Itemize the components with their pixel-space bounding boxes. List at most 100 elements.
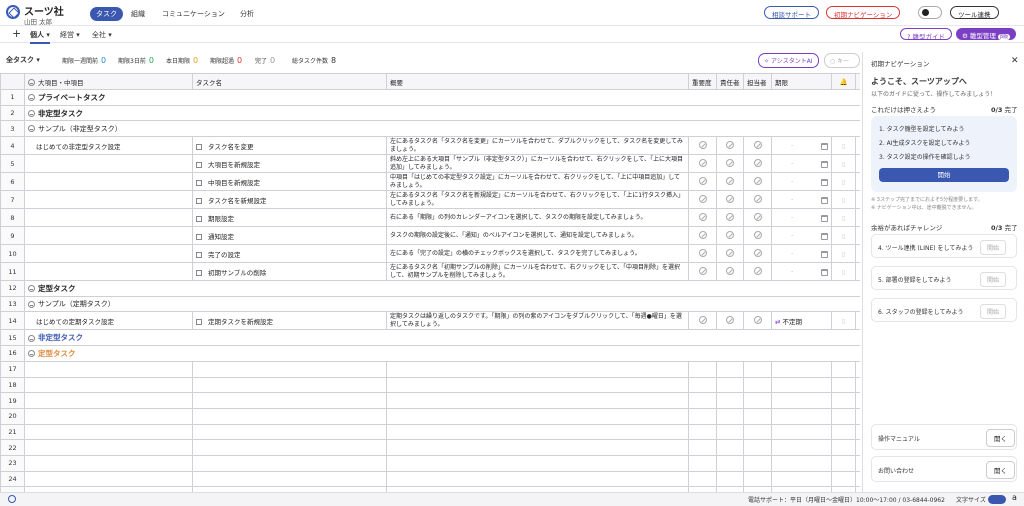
empty-cell[interactable] [386, 454, 689, 472]
filter-overdue[interactable]: 期限超過 0 [210, 56, 242, 65]
mid-category-cell[interactable] [24, 262, 193, 281]
calendar-icon[interactable] [821, 161, 828, 169]
empty-cell[interactable] [855, 376, 860, 394]
collapse-icon[interactable] [28, 94, 35, 102]
owner-icon[interactable] [726, 194, 734, 203]
empty-cell[interactable] [716, 470, 744, 488]
empty-cell[interactable] [716, 454, 744, 472]
calendar-icon[interactable] [821, 215, 828, 223]
complete-checkbox[interactable] [196, 161, 202, 168]
nav-communication[interactable]: コミュニケーション [156, 7, 231, 21]
empty-cell[interactable] [688, 376, 717, 394]
empty-cell[interactable] [743, 454, 772, 472]
empty-cell[interactable] [831, 439, 856, 456]
task-name-cell[interactable]: 期限設定 [192, 208, 387, 228]
manual-open-button[interactable]: 開く [986, 429, 1015, 447]
empty-cell[interactable] [771, 407, 832, 425]
owner-icon[interactable] [726, 140, 734, 149]
mid-category-cell[interactable] [24, 190, 193, 209]
mid-category-cell[interactable]: はじめての非定型タスク設定 [24, 136, 193, 156]
empty-cell[interactable] [831, 376, 856, 394]
calendar-icon[interactable] [821, 143, 828, 151]
empty-cell[interactable] [743, 376, 772, 394]
tool-link-button[interactable]: ツール連携 [950, 6, 999, 19]
tab-company[interactable]: 全社 ▾ [92, 30, 112, 40]
empty-cell[interactable] [192, 407, 387, 425]
owner-icon[interactable] [726, 248, 734, 257]
empty-cell[interactable] [831, 423, 856, 441]
empty-cell[interactable] [24, 423, 193, 441]
empty-cell[interactable] [716, 439, 744, 456]
empty-cell[interactable] [831, 392, 856, 409]
filter-3days[interactable]: 期限3日前 0 [118, 56, 154, 65]
extra-start-button-4[interactable]: 開始 [980, 240, 1007, 255]
empty-cell[interactable] [743, 439, 772, 456]
filter-1week[interactable]: 期限一週間前 0 [62, 56, 106, 65]
collapse-icon[interactable] [28, 350, 35, 358]
col-owner[interactable]: 責任者 [716, 73, 744, 90]
complete-checkbox[interactable] [196, 215, 202, 222]
group-row[interactable]: サンプル（定期タスク） [24, 295, 860, 313]
deadline-cell[interactable]: ⇄ 不定期 [771, 311, 832, 331]
summary-cell[interactable]: 右にある「期限」の列のカレンダーアイコンを選択して、タスクの期限を設定してみまし… [386, 208, 689, 228]
empty-cell[interactable] [855, 454, 860, 472]
empty-cell[interactable] [855, 407, 860, 425]
nav-organization[interactable]: 組織 [125, 7, 151, 21]
group-row[interactable]: 定型タスク [24, 345, 860, 362]
complete-checkbox[interactable] [196, 251, 202, 258]
contact-open-button[interactable]: 開く [986, 461, 1015, 479]
deadline-cell[interactable]: - [771, 190, 832, 210]
empty-cell[interactable] [192, 439, 387, 456]
empty-cell[interactable] [855, 439, 860, 456]
empty-cell[interactable] [716, 376, 744, 394]
calendar-icon[interactable] [821, 251, 828, 259]
col-assignee[interactable]: 担当者 [743, 73, 772, 90]
empty-cell[interactable] [192, 360, 387, 378]
task-name-cell[interactable]: 通知設定 [192, 226, 387, 246]
summary-cell[interactable]: 左にあるタスク名「初期サンプルの削除」にカーソルを合わせて、右クリックをして、「… [386, 262, 689, 282]
notify-icon[interactable]: ▯ [831, 154, 856, 174]
collapse-icon[interactable] [28, 125, 35, 133]
notify-icon[interactable]: ▯ [831, 262, 856, 282]
task-name-cell[interactable]: 中項目を新規設定 [192, 172, 387, 192]
empty-cell[interactable] [24, 407, 193, 425]
empty-cell[interactable] [771, 454, 832, 472]
col-importance[interactable]: 重要度 [688, 73, 717, 90]
mid-category-cell[interactable] [24, 244, 193, 263]
importance-icon[interactable] [698, 315, 707, 324]
calendar-icon[interactable] [821, 233, 828, 241]
task-name-cell[interactable]: 大項目を新規設定 [192, 154, 387, 174]
complete-checkbox[interactable] [196, 197, 202, 204]
col-summary[interactable]: 概要 [386, 73, 689, 90]
empty-cell[interactable] [855, 392, 860, 409]
calendar-icon[interactable] [821, 269, 828, 277]
nav-tasks[interactable]: タスク [90, 7, 123, 21]
empty-cell[interactable] [743, 360, 772, 378]
empty-cell[interactable] [24, 439, 193, 456]
empty-cell[interactable] [771, 360, 832, 378]
col-task-name[interactable]: タスク名 [192, 73, 387, 90]
empty-cell[interactable] [688, 360, 717, 378]
filter-today[interactable]: 本日期限 0 [166, 56, 198, 65]
empty-cell[interactable] [771, 470, 832, 488]
group-row[interactable]: プライベートタスク [24, 89, 860, 106]
empty-cell[interactable] [24, 470, 193, 488]
importance-icon[interactable] [698, 176, 707, 185]
empty-cell[interactable] [831, 470, 856, 488]
start-button[interactable]: 開始 [879, 168, 1009, 182]
summary-cell[interactable]: 左にある「完了の設定」の横のチェックボックスを選択して、タスクを完了してみましょ… [386, 244, 689, 264]
complete-checkbox[interactable] [196, 269, 202, 276]
summary-cell[interactable]: タスクの期限の設定後に、「通知」のベルアイコンを選択して、通知を設定してみましょ… [386, 226, 689, 246]
complete-checkbox[interactable] [196, 179, 202, 186]
mid-category-cell[interactable] [24, 154, 193, 173]
nav-analysis[interactable]: 分析 [234, 7, 260, 21]
add-icon[interactable]: + [12, 27, 21, 40]
empty-cell[interactable] [743, 407, 772, 425]
task-name-cell[interactable]: タスク名を変更 [192, 136, 387, 156]
empty-cell[interactable] [386, 407, 689, 425]
empty-cell[interactable] [386, 376, 689, 394]
empty-cell[interactable] [716, 407, 744, 425]
deadline-cell[interactable]: - [771, 262, 832, 282]
mid-category-cell[interactable] [24, 226, 193, 245]
initial-navigation-button[interactable]: 初期ナビゲーション [826, 6, 901, 19]
